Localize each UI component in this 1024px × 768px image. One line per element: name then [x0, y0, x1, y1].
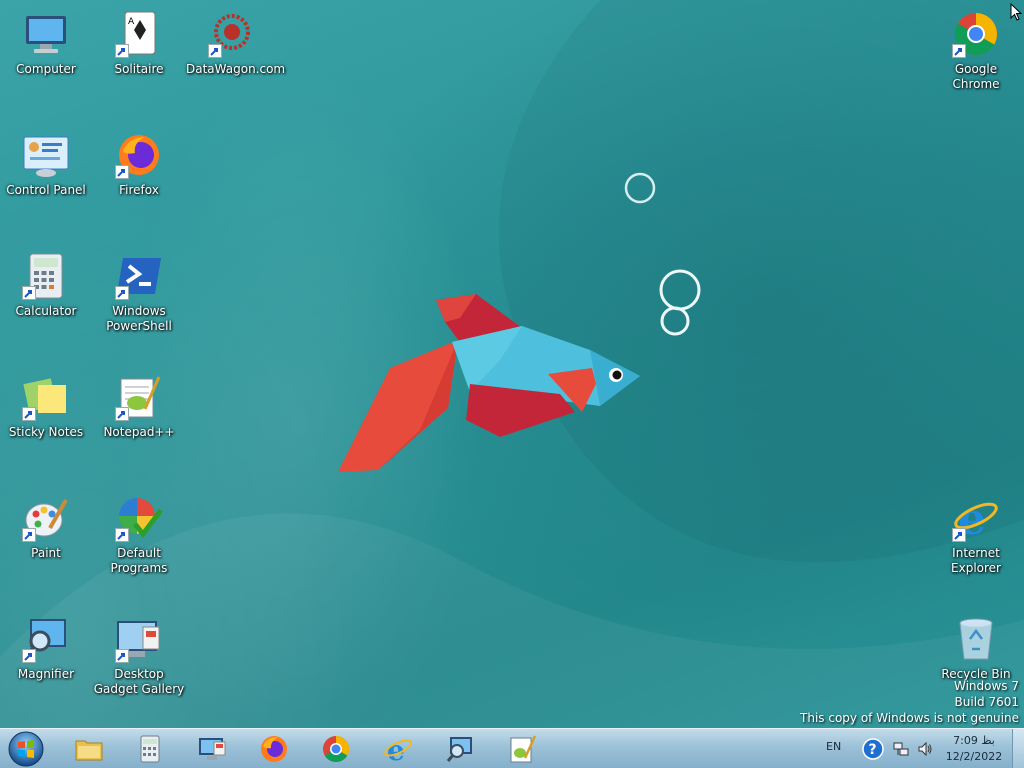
icon-label: Computer — [16, 62, 76, 76]
shortcut-arrow-icon — [115, 528, 129, 542]
icon-label: Control Panel — [6, 183, 86, 197]
notepadpp-icon — [115, 373, 163, 421]
clock[interactable]: 7:09 بظ 12/2/2022 — [940, 733, 1008, 765]
shortcut-arrow-icon — [22, 407, 36, 421]
shortcut-arrow-icon — [115, 165, 129, 179]
icon-label: Internet Explorer — [951, 546, 1001, 575]
folder-icon — [75, 740, 103, 761]
ie-icon: e — [384, 734, 412, 764]
sticky-notes-icon — [22, 373, 70, 421]
icon-default-programs[interactable]: Default Programs — [93, 486, 185, 596]
recycle-bin-icon — [952, 615, 1000, 663]
shortcut-arrow-icon — [115, 44, 129, 58]
default-programs-icon — [115, 494, 163, 542]
firefox-icon — [261, 736, 287, 762]
calculator-icon — [140, 735, 160, 763]
icon-paint[interactable]: Paint — [0, 486, 92, 596]
show-desktop-button[interactable] — [1012, 729, 1024, 768]
genuine-watermark: Windows 7 Build 7601 This copy of Window… — [800, 678, 1019, 726]
computer-icon — [22, 10, 70, 58]
solitaire-icon: A — [115, 10, 163, 58]
icon-chrome[interactable]: Google Chrome — [930, 2, 1022, 112]
shortcut-arrow-icon — [22, 286, 36, 300]
volume-icon[interactable] — [917, 741, 933, 757]
taskbar-notepadpp[interactable] — [494, 731, 550, 767]
chrome-icon — [952, 10, 1000, 58]
shortcut-arrow-icon — [952, 528, 966, 542]
monitor-icon — [199, 738, 226, 760]
taskbar-chrome[interactable] — [308, 731, 364, 767]
icon-label: Firefox — [119, 183, 159, 197]
taskbar-firefox[interactable] — [246, 731, 302, 767]
shortcut-arrow-icon — [22, 649, 36, 663]
icon-solitaire[interactable]: A Solitaire — [93, 2, 185, 112]
svg-text:e: e — [387, 734, 405, 764]
magnifier-icon — [446, 737, 472, 762]
desktop[interactable]: Computer A Solitaire DataWagon.com Contr… — [0, 0, 1024, 728]
icon-sticky-notes[interactable]: Sticky Notes — [0, 365, 92, 475]
icon-label: Solitaire — [114, 62, 164, 76]
icon-label: Paint — [31, 546, 61, 560]
icon-label: Default Programs — [110, 546, 168, 575]
icon-label: Sticky Notes — [8, 425, 84, 439]
taskbar: e EN ? 7:09 بظ 12/2/2022 — [0, 728, 1024, 768]
language-indicator[interactable]: EN — [826, 740, 841, 753]
icon-computer[interactable]: Computer — [0, 2, 92, 112]
taskbar-ie[interactable]: e — [370, 731, 426, 767]
shortcut-arrow-icon — [115, 286, 129, 300]
shortcut-arrow-icon — [208, 44, 222, 58]
notepadpp-icon — [510, 735, 537, 763]
icon-notepadpp[interactable]: Notepad++ — [93, 365, 185, 475]
icon-ie[interactable]: e Internet Explorer — [930, 486, 1022, 596]
taskbar-explorer[interactable] — [61, 731, 117, 767]
icon-calculator[interactable]: Calculator — [0, 244, 92, 354]
clock-time: 7:09 بظ — [953, 734, 995, 747]
icon-label: Desktop Gadget Gallery — [93, 667, 185, 696]
firefox-icon — [115, 131, 163, 179]
taskbar-magnifier[interactable] — [432, 731, 488, 767]
icon-label: Windows PowerShell — [106, 304, 172, 333]
calculator-icon — [22, 252, 70, 300]
gadget-gallery-icon — [115, 615, 163, 663]
powershell-icon — [115, 252, 163, 300]
datawagon-icon — [208, 10, 256, 58]
shortcut-arrow-icon — [115, 407, 129, 421]
ie-icon: e — [952, 494, 1000, 542]
svg-text:?: ? — [869, 742, 877, 758]
icon-control-panel[interactable]: Control Panel — [0, 123, 92, 233]
icon-label: Google Chrome — [952, 62, 1000, 91]
taskbar-calculator[interactable] — [122, 731, 178, 767]
icon-label: Calculator — [15, 304, 77, 318]
start-button[interactable] — [6, 730, 46, 768]
icon-label: Notepad++ — [103, 425, 175, 439]
icon-powershell[interactable]: Windows PowerShell — [93, 244, 185, 354]
icon-gadget-gallery[interactable]: Desktop Gadget Gallery — [93, 607, 185, 717]
watermark-os: Windows 7 — [953, 679, 1019, 693]
icon-label: DataWagon.com — [186, 62, 286, 76]
mouse-cursor-icon — [1010, 3, 1022, 21]
help-icon[interactable]: ? — [862, 738, 884, 760]
shortcut-arrow-icon — [22, 528, 36, 542]
control-panel-icon — [22, 131, 70, 179]
taskbar-remote-desktop[interactable] — [184, 731, 240, 767]
chrome-icon — [323, 735, 350, 763]
svg-text:A: A — [128, 17, 135, 27]
icon-datawagon[interactable]: DataWagon.com — [186, 2, 286, 112]
network-icon[interactable] — [893, 741, 909, 757]
watermark-not-genuine: This copy of Windows is not genuine — [800, 711, 1019, 725]
shortcut-arrow-icon — [952, 44, 966, 58]
icon-label: Magnifier — [17, 667, 75, 681]
paint-icon — [22, 494, 70, 542]
magnifier-icon — [22, 615, 70, 663]
watermark-build: Build 7601 — [954, 695, 1019, 709]
shortcut-arrow-icon — [115, 649, 129, 663]
clock-date: 12/2/2022 — [945, 750, 1003, 763]
icon-firefox[interactable]: Firefox — [93, 123, 185, 233]
icon-magnifier[interactable]: Magnifier — [0, 607, 92, 717]
